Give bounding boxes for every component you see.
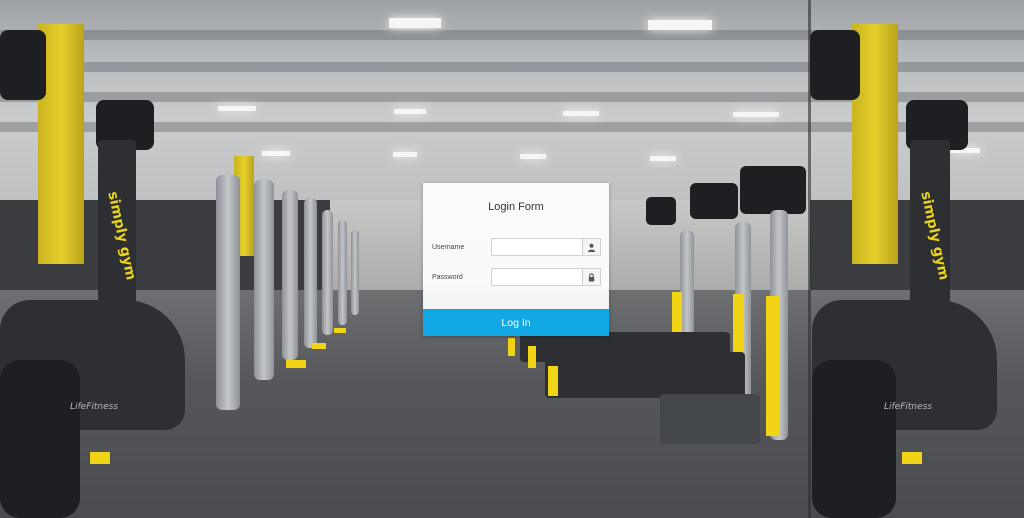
machine-pedal bbox=[812, 360, 896, 518]
login-button[interactable]: Log In bbox=[423, 309, 609, 336]
yellow-pad bbox=[902, 452, 922, 464]
ceiling-light bbox=[394, 109, 426, 114]
ceiling-light bbox=[389, 18, 441, 28]
machine-handle bbox=[322, 210, 333, 335]
ceiling-light bbox=[563, 111, 599, 116]
equipment-brand-label: LifeFitness bbox=[70, 402, 119, 412]
machine-handle bbox=[216, 175, 240, 410]
login-form-title: Login Form bbox=[488, 201, 544, 213]
yellow-pad bbox=[528, 346, 536, 368]
ceiling-light bbox=[262, 151, 290, 156]
yellow-pad bbox=[508, 338, 515, 356]
username-field bbox=[491, 238, 601, 256]
password-label: Password bbox=[432, 274, 463, 281]
machine-handle bbox=[254, 180, 274, 380]
yellow-post bbox=[766, 296, 779, 436]
machine-handle bbox=[282, 190, 298, 360]
login-form: Login Form Username Password Log In bbox=[423, 183, 609, 336]
equipment-brand-label: LifeFitness bbox=[884, 402, 933, 412]
yellow-pad bbox=[286, 360, 306, 368]
machine-console bbox=[0, 30, 46, 100]
ceiling-light bbox=[393, 152, 417, 157]
treadmill-deck bbox=[520, 332, 730, 362]
machine-handle bbox=[351, 230, 359, 315]
yellow-pad bbox=[312, 343, 326, 349]
ceiling-light bbox=[648, 20, 712, 30]
yellow-pad bbox=[548, 366, 558, 396]
lock-icon bbox=[582, 269, 600, 285]
username-input[interactable] bbox=[492, 239, 582, 255]
yellow-pad bbox=[334, 328, 346, 333]
machine-handle bbox=[338, 220, 347, 325]
username-label: Username bbox=[432, 244, 465, 251]
machine-console bbox=[810, 30, 860, 100]
yellow-pad bbox=[90, 452, 110, 464]
treadmill-base bbox=[660, 394, 760, 444]
ceiling-light bbox=[218, 106, 256, 111]
treadmill-console bbox=[690, 183, 738, 219]
ceiling-light bbox=[733, 112, 779, 117]
machine-handle bbox=[304, 198, 317, 348]
user-icon bbox=[582, 239, 600, 255]
password-field bbox=[491, 268, 601, 286]
machine-pedal bbox=[0, 360, 80, 518]
treadmill-console bbox=[740, 166, 806, 214]
treadmill-console bbox=[646, 197, 676, 225]
password-input[interactable] bbox=[492, 269, 582, 285]
ceiling-light bbox=[650, 156, 676, 161]
ceiling-light bbox=[520, 154, 546, 159]
